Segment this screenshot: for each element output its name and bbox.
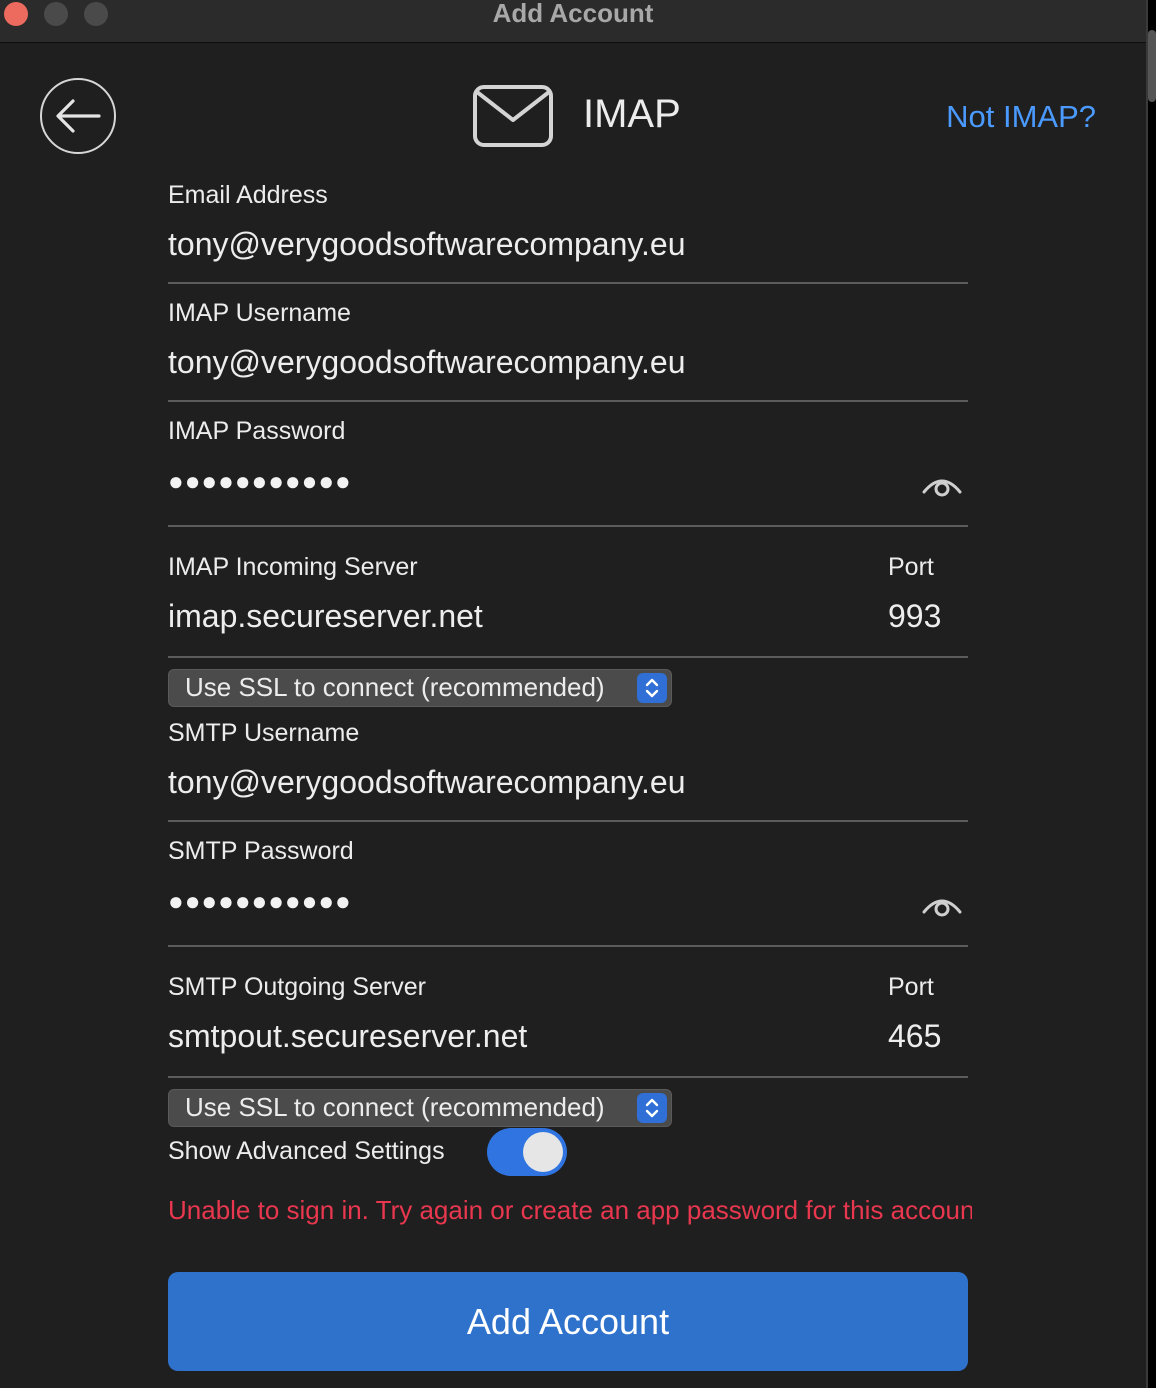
show-password-icon[interactable] [920,890,964,920]
not-imap-link[interactable]: Not IMAP? [946,99,1096,135]
window-title: Add Account [492,0,654,28]
smtp-username-label: SMTP Username [168,719,360,747]
chevron-up-down-icon [637,673,667,703]
imap-username-label: IMAP Username [168,299,351,327]
imap-password-input[interactable]: ●●●●●●●●●●● [168,466,352,497]
account-type-title: IMAP [583,92,681,136]
scrollbar[interactable] [1148,30,1156,102]
smtp-server-label: SMTP Outgoing Server [168,973,426,1001]
advanced-settings-toggle[interactable] [487,1128,567,1176]
divider [168,945,968,947]
divider [168,525,968,527]
arrow-left-icon [56,99,101,133]
back-button[interactable] [40,78,116,154]
add-account-button[interactable]: Add Account [168,1272,968,1371]
title-bar: Add Account [0,0,1146,43]
add-account-window: Add Account IMAP Not IMAP? Email Address… [0,0,1148,1388]
email-address-label: Email Address [168,181,328,209]
imap-port-label: Port [888,553,934,581]
show-password-icon[interactable] [920,470,964,500]
advanced-settings-label: Show Advanced Settings [168,1137,445,1165]
smtp-password-input[interactable]: ●●●●●●●●●●● [168,886,352,917]
imap-server-input[interactable]: imap.secureserver.net [168,598,483,635]
smtp-server-input[interactable]: smtpout.secureserver.net [168,1018,527,1055]
imap-ssl-selected-value: Use SSL to connect (recommended) [185,672,605,702]
imap-username-input[interactable]: tony@verygoodsoftwarecompany.eu [168,344,686,381]
smtp-ssl-selected-value: Use SSL to connect (recommended) [185,1092,605,1122]
toggle-knob [523,1132,563,1172]
imap-server-label: IMAP Incoming Server [168,553,418,581]
envelope-icon [473,85,553,147]
error-message: Unable to sign in. Try again or create a… [168,1195,972,1225]
imap-ssl-select[interactable]: Use SSL to connect (recommended) [168,669,672,707]
divider [168,656,968,658]
smtp-username-input[interactable]: tony@verygoodsoftwarecompany.eu [168,764,686,801]
email-address-input[interactable]: tony@verygoodsoftwarecompany.eu [168,226,686,263]
smtp-port-label: Port [888,973,934,1001]
smtp-ssl-select[interactable]: Use SSL to connect (recommended) [168,1089,672,1127]
divider [168,282,968,284]
smtp-password-label: SMTP Password [168,837,354,865]
smtp-port-input[interactable]: 465 [888,1018,941,1055]
chevron-up-down-icon [637,1093,667,1123]
divider [168,1076,968,1078]
divider [168,400,968,402]
imap-password-label: IMAP Password [168,417,346,445]
imap-port-input[interactable]: 993 [888,598,941,635]
divider [168,820,968,822]
